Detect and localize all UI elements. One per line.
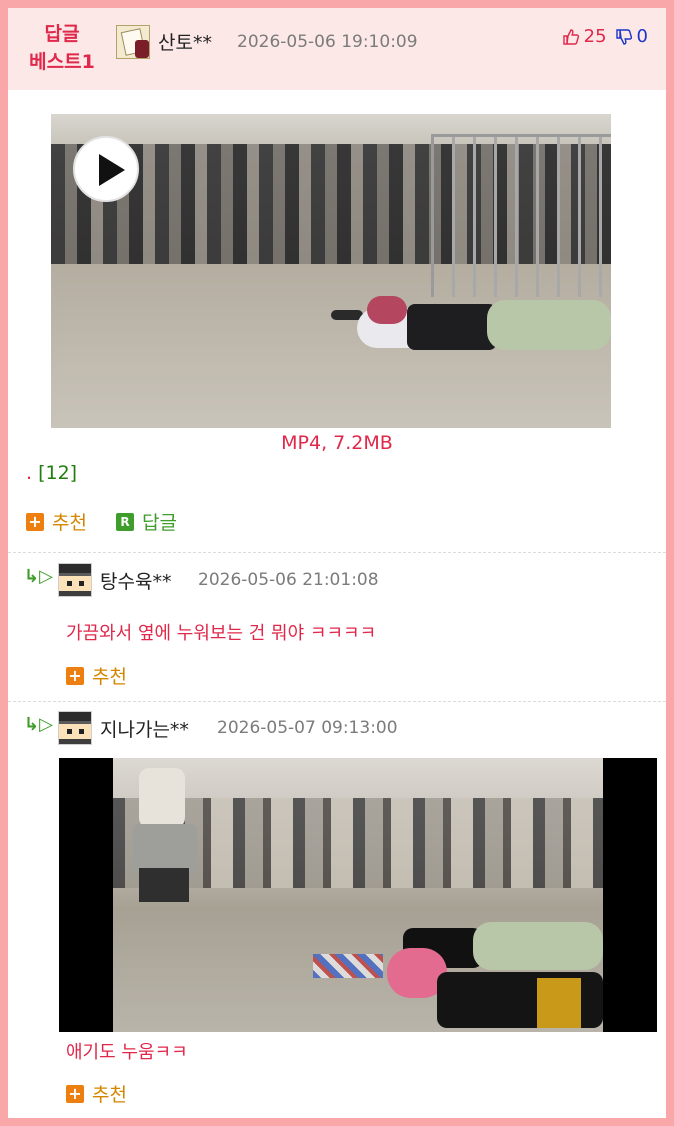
video-caption: MP4, 7.2MB <box>281 432 393 454</box>
reply-arrow-icon: ↳▷ <box>24 714 53 735</box>
best-reply-badge: 답글 베스트1 <box>22 20 102 76</box>
thumbs-down-icon[interactable] <box>615 28 633 46</box>
person-pants <box>487 300 611 350</box>
video-scene-barrier <box>431 134 611 297</box>
recommend-button[interactable]: + 추천 <box>66 1080 127 1107</box>
image-scene <box>113 758 603 1032</box>
reply-r-icon: R <box>116 512 134 531</box>
comment-image[interactable] <box>59 758 657 1032</box>
comment-text: 가끔와서 옆에 누워보는 건 뭐야 ㅋㅋㅋㅋ <box>66 623 377 644</box>
recommend-label: 추천 <box>52 512 87 534</box>
avatar-hat <box>59 712 91 721</box>
reply-button[interactable]: R 답글 <box>116 508 177 535</box>
avatar-shirt <box>59 591 91 596</box>
comment-divider <box>8 701 666 702</box>
image-scene-walker <box>129 768 199 948</box>
thumbs-up-icon[interactable] <box>562 28 580 46</box>
best-badge-line2: 베스트1 <box>29 51 95 73</box>
play-icon[interactable] <box>73 136 139 202</box>
reply-text: . [12] <box>26 462 77 484</box>
comment-nickname[interactable]: 지나가는** <box>100 715 189 742</box>
avatar-eye <box>79 581 84 586</box>
avatar[interactable] <box>58 711 92 745</box>
plus-icon: + <box>26 512 44 531</box>
reply-text-count: [12] <box>38 462 78 484</box>
hand-graphic <box>135 40 149 58</box>
video-thumbnail[interactable] <box>51 114 611 428</box>
plus-icon: + <box>66 1084 84 1103</box>
comment-nickname[interactable]: 탕수육** <box>100 567 171 594</box>
avatar[interactable] <box>116 25 150 59</box>
best-badge-line1: 답글 <box>44 23 80 45</box>
image-scene-lying-child <box>387 948 603 1032</box>
comment-text: 애기도 누움ㅋㅋ <box>66 1042 188 1063</box>
comment-datetime: 2026-05-06 21:01:08 <box>198 570 379 590</box>
vote-counter: 25 0 <box>562 26 648 47</box>
image-scene-litter <box>313 954 383 978</box>
post-datetime: 2026-05-06 19:10:09 <box>237 32 418 52</box>
avatar-brim <box>59 573 91 576</box>
comment-divider <box>8 552 666 553</box>
recommend-button[interactable]: + 추천 <box>26 508 87 535</box>
reply-text-dot: . <box>26 462 33 484</box>
downvote-count: 0 <box>636 26 648 47</box>
reply-arrow-icon: ↳▷ <box>24 566 53 587</box>
reply-label: 답글 <box>142 512 177 534</box>
upvote-count: 25 <box>583 26 607 47</box>
video-scene-lying-person <box>357 296 611 358</box>
plus-icon: + <box>66 666 84 685</box>
avatar[interactable] <box>58 563 92 597</box>
avatar-hat <box>59 564 91 573</box>
avatar-eye <box>67 581 72 586</box>
recommend-label: 추천 <box>92 666 127 688</box>
author-nickname[interactable]: 산토** <box>158 28 212 55</box>
child-robe-trim <box>537 978 581 1028</box>
avatar-eye <box>79 729 84 734</box>
avatar-eye <box>67 729 72 734</box>
person-jacket <box>407 304 497 350</box>
best-reply-header: 답글 베스트1 산토** 2026-05-06 19:10:09 25 0 <box>8 8 666 90</box>
person-hair <box>367 296 407 324</box>
walker-skirt <box>133 824 197 874</box>
avatar-shirt <box>59 739 91 744</box>
walker-top <box>139 768 185 828</box>
recommend-button[interactable]: + 추천 <box>66 662 127 689</box>
avatar-brim <box>59 721 91 724</box>
recommend-label: 추천 <box>92 1084 127 1106</box>
walker-shorts <box>139 868 189 902</box>
comment-datetime: 2026-05-07 09:13:00 <box>217 718 398 738</box>
comment-section: 답글 베스트1 산토** 2026-05-06 19:10:09 25 0 MP… <box>8 8 666 1118</box>
